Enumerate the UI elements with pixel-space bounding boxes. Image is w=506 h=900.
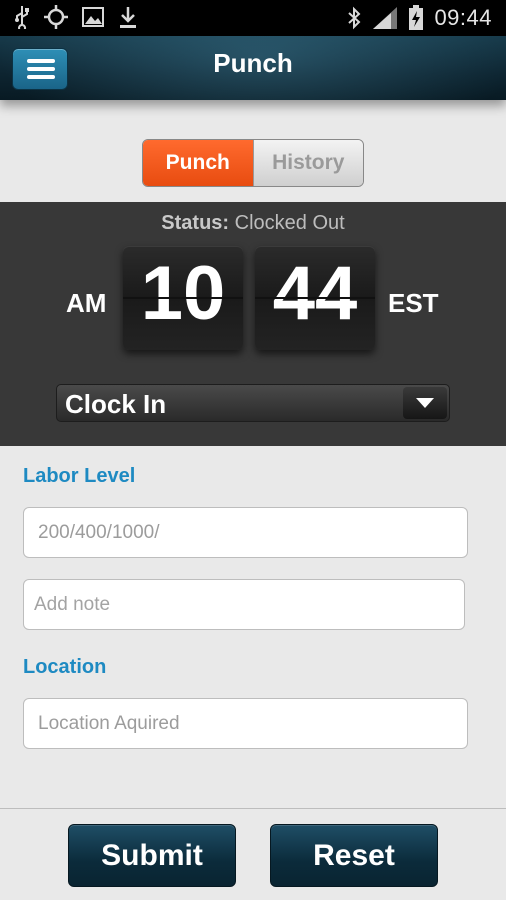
status-line: Status: Clocked Out <box>0 212 506 235</box>
labor-level-field[interactable] <box>23 507 468 558</box>
usb-icon <box>14 5 30 29</box>
punch-type-value: Clock In <box>65 389 167 419</box>
signal-icon <box>372 6 398 30</box>
tab-bar: Punch History <box>142 139 364 187</box>
location-field[interactable] <box>23 698 468 749</box>
status-time: 09:44 <box>434 5 492 30</box>
chevron-down-icon <box>416 398 434 408</box>
clock-panel: Status: Clocked Out AM 10 44 EST Clock I… <box>0 202 506 446</box>
status-bar: 09:44 <box>0 0 506 36</box>
gps-icon <box>44 5 68 29</box>
status-value: Clocked Out <box>234 212 345 234</box>
punch-type-select[interactable]: Clock In <box>56 384 450 422</box>
action-bar: Punch <box>0 36 506 100</box>
battery-charging-icon <box>408 5 424 31</box>
dropdown-button[interactable] <box>403 387 447 419</box>
note-field[interactable] <box>23 579 465 630</box>
timezone-label: EST <box>388 288 439 318</box>
submit-button[interactable]: Submit <box>68 824 236 887</box>
minute-display: 44 <box>255 246 375 350</box>
location-label: Location <box>23 656 107 678</box>
page-title: Punch <box>213 48 293 78</box>
tab-history[interactable]: History <box>252 140 363 186</box>
status-label: Status: <box>161 212 230 234</box>
tab-punch[interactable]: Punch <box>143 140 253 186</box>
bluetooth-icon <box>346 6 362 30</box>
meridiem-label: AM <box>66 288 107 318</box>
bottom-bar: Submit Reset <box>0 809 506 900</box>
image-icon <box>82 7 104 27</box>
labor-level-label: Labor Level <box>23 465 136 487</box>
hour-display: 10 <box>123 246 243 350</box>
reset-button[interactable]: Reset <box>270 824 438 887</box>
download-icon <box>118 5 138 29</box>
